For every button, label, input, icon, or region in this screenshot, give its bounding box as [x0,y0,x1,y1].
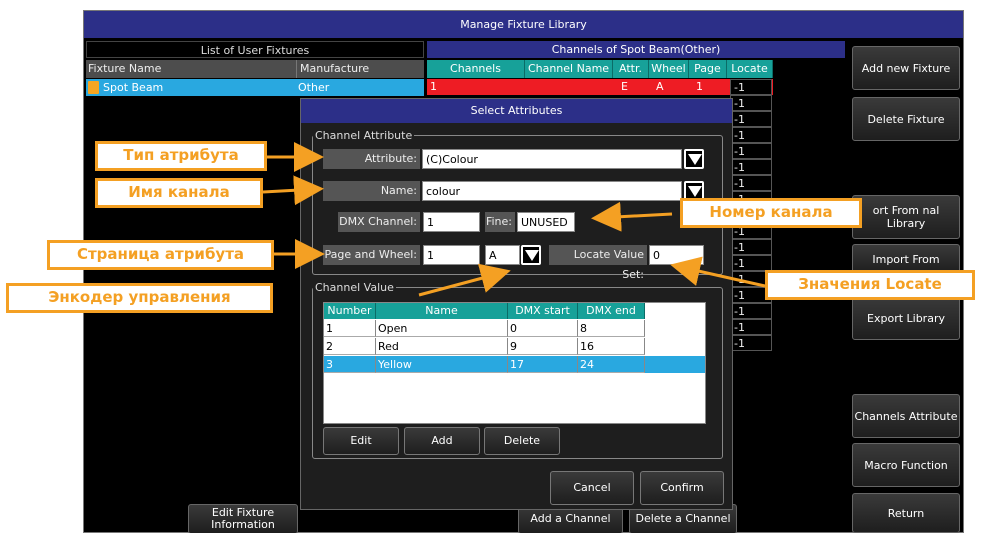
import-internal-library-button[interactable]: ort From nal Library [852,195,960,239]
value-row[interactable]: 2 Red 9 16 [324,338,705,355]
channel-row[interactable]: 1 E A 1 -1 [427,79,773,95]
callout-attr-type: Тип атрибута [95,141,267,171]
channels-attribute-button[interactable]: Channels Attribute [852,394,960,438]
cell-wheel: A [656,80,664,93]
locate-cell: -1 [730,143,772,159]
attribute-label: Attribute: [323,149,420,169]
delete-fixture-button[interactable]: Delete Fixture [852,97,960,141]
col-channel-name[interactable]: Channel Name [525,60,613,78]
locate-cell: -1 [730,159,772,175]
fine-input[interactable]: UNUSED [517,212,575,232]
locate-cell: -1 [730,175,772,191]
channels-title: Channels of Spot Beam(Other) [427,41,845,58]
locate-cell: -1 [730,303,772,319]
channels-header: Channels Channel Name Attr. Wheel Page L… [427,60,773,78]
page-wheel-label: Page and Wheel: [323,245,420,265]
locate-cell: -1 [730,239,772,255]
dialog-title: Select Attributes [301,99,732,123]
channel-value-table: Number Name DMX start DMX end 1 Open 0 8… [323,302,706,424]
attribute-select[interactable]: (C)Colour [422,149,682,169]
locate-cell: -1 [730,335,772,351]
value-name: Open [376,320,508,337]
locate-cell: -1 [730,111,772,127]
dmx-channel-label: DMX Channel: [338,212,420,232]
delete-value-button[interactable]: Delete [484,427,560,455]
callout-channel-number: Номер канала [680,198,862,228]
value-number: 2 [324,338,376,355]
col-manufacture[interactable]: Manufacture [296,60,422,78]
fixture-name: Spot Beam [103,81,164,94]
user-fixtures-header: Fixture Name Manufacture [86,60,424,78]
value-number: 3 [324,356,376,373]
value-number: 1 [324,320,376,337]
cell-page: 1 [696,80,703,93]
locate-cell: -1 [730,255,772,271]
fixture-file-icon [88,81,99,94]
user-fixtures-title: List of User Fixtures [86,41,424,58]
col-locate[interactable]: Locate [727,60,773,78]
value-row-selected[interactable]: 3 Yellow 17 24 [324,356,705,373]
name-label: Name: [323,181,420,201]
locate-cell: -1 [730,319,772,335]
value-name: Red [376,338,508,355]
edit-value-button[interactable]: Edit [323,427,399,455]
col-attr[interactable]: Attr. [613,60,649,78]
value-start: 0 [508,320,578,337]
value-table-header: Number Name DMX start DMX end [324,303,645,319]
fine-label: Fine: [485,212,515,232]
cancel-button[interactable]: Cancel [550,471,634,505]
page-input[interactable]: 1 [423,245,480,265]
col-name[interactable]: Name [376,303,508,319]
locate-cell: -1 [730,95,772,111]
cell-attr: E [621,80,628,93]
value-end: 8 [578,320,645,337]
col-dmx-start[interactable]: DMX start [508,303,578,319]
add-new-fixture-button[interactable]: Add new Fixture [852,46,960,90]
value-end: 24 [578,356,645,373]
fixture-row[interactable]: Spot Beam Other [86,79,424,96]
locate-value-input[interactable]: 0 [649,245,704,265]
locate-cell: -1 [730,79,772,95]
col-page[interactable]: Page [689,60,727,78]
col-fixture-name[interactable]: Fixture Name [88,60,294,78]
col-number[interactable]: Number [324,303,376,319]
add-value-button[interactable]: Add [404,427,480,455]
export-library-button[interactable]: Export Library [852,296,960,340]
window-title: Manage Fixture Library [84,11,963,38]
value-row[interactable]: 1 Open 0 8 [324,320,705,337]
return-button[interactable]: Return [852,493,960,533]
wheel-dropdown-icon[interactable] [521,245,541,265]
channel-value-legend: Channel Value [315,281,394,294]
callout-locate-values: Значения Locate [765,270,975,300]
channel-attribute-legend: Channel Attribute [315,129,413,142]
cell-channel: 1 [430,80,437,93]
value-start: 17 [508,356,578,373]
dmx-channel-input[interactable]: 1 [423,212,480,232]
callout-encoder: Энкодер управления [6,283,273,313]
col-dmx-end[interactable]: DMX end [578,303,645,319]
fixture-manufacturer: Other [298,81,330,94]
col-channels[interactable]: Channels [427,60,525,78]
value-name: Yellow [376,356,508,373]
value-end: 16 [578,338,645,355]
value-start: 9 [508,338,578,355]
name-input[interactable]: colour [422,181,682,201]
wheel-input[interactable]: A [485,245,520,265]
locate-cell: -1 [730,127,772,143]
edit-fixture-info-button[interactable]: Edit Fixture Information [188,504,298,533]
col-wheel[interactable]: Wheel [649,60,689,78]
confirm-button[interactable]: Confirm [640,471,724,505]
macro-function-button[interactable]: Macro Function [852,443,960,487]
callout-channel-name: Имя канала [95,178,263,208]
locate-value-label: Locate Value Set: [549,245,647,281]
select-attributes-dialog: Select Attributes Channel Attribute Attr… [300,98,733,510]
attribute-dropdown-icon[interactable] [684,149,704,169]
callout-attr-page: Страница атрибута [47,240,274,270]
